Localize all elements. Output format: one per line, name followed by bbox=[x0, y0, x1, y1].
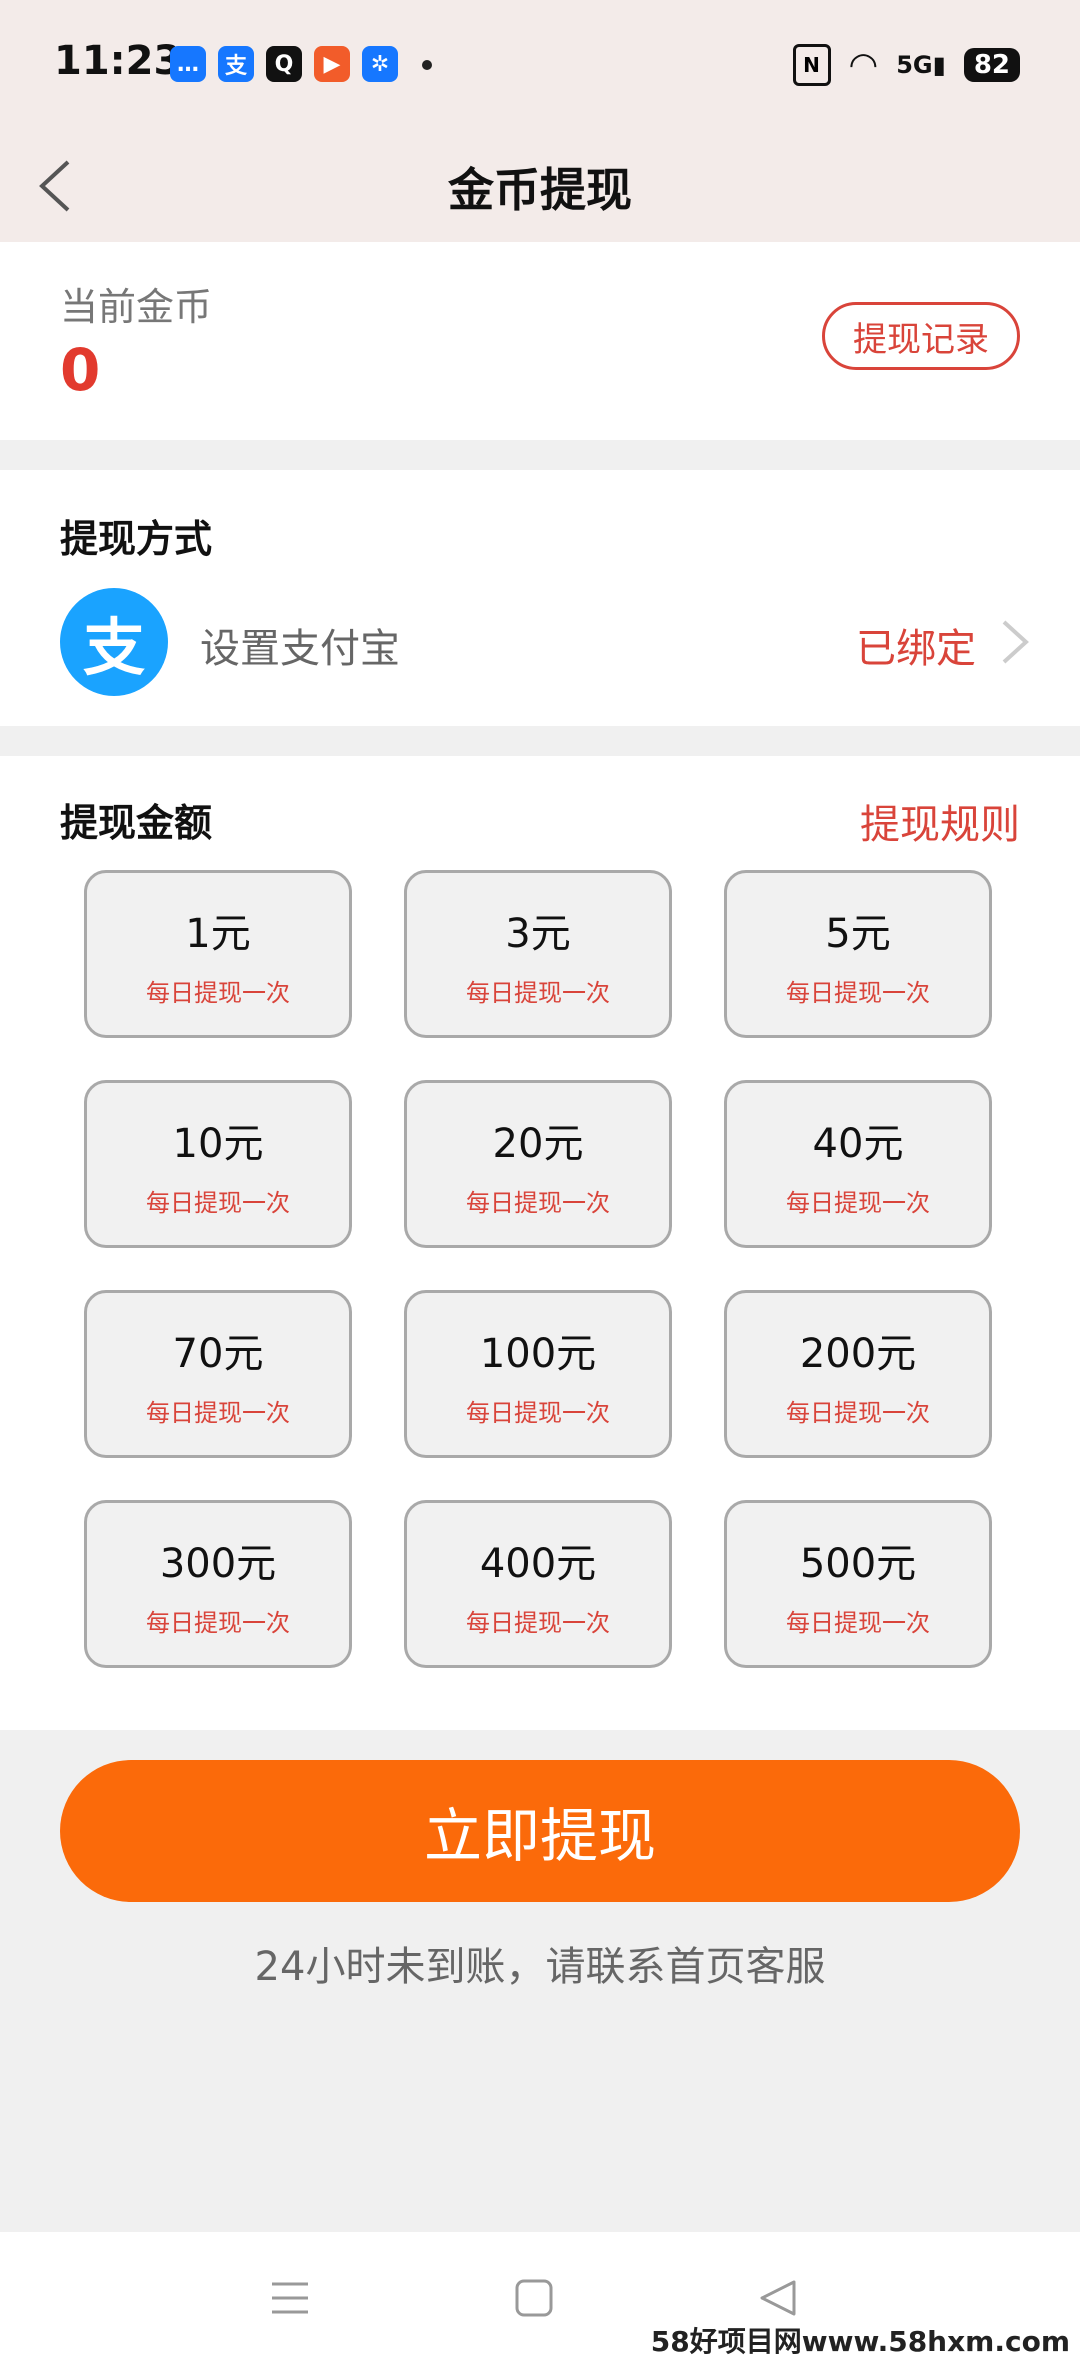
page-header: 金币提现 bbox=[0, 130, 1080, 242]
video-app-icon: ▶ bbox=[314, 46, 350, 82]
withdraw-now-button[interactable]: 立即提现 bbox=[60, 1760, 1020, 1902]
amount-value: 500元 bbox=[799, 1540, 917, 1587]
amount-limit: 每日提现一次 bbox=[146, 978, 290, 1007]
amount-limit: 每日提现一次 bbox=[786, 1608, 930, 1637]
amount-limit: 每日提现一次 bbox=[786, 1188, 930, 1217]
amount-value: 100元 bbox=[479, 1330, 597, 1377]
amount-option[interactable]: 10元每日提现一次 bbox=[84, 1080, 352, 1248]
clock: 11:23 bbox=[54, 38, 182, 84]
withdraw-amount-card: 提现金额 提现规则 1元每日提现一次 3元每日提现一次 5元每日提现一次 10元… bbox=[0, 756, 1080, 1730]
amount-value: 1元 bbox=[185, 910, 251, 957]
amount-value: 3元 bbox=[505, 910, 571, 957]
amount-option[interactable]: 3元每日提现一次 bbox=[404, 870, 672, 1038]
alipay-logo-icon: 支 bbox=[60, 588, 168, 696]
withdraw-method-card: 提现方式 支 设置支付宝 已绑定 bbox=[0, 470, 1080, 726]
amount-limit: 每日提现一次 bbox=[146, 1188, 290, 1217]
status-bar: 11:23 … 支 Q ▶ ✲ N ◠ 5G▮ 82 bbox=[0, 0, 1080, 130]
alipay-icon: 支 bbox=[218, 46, 254, 82]
more-notifications-dot bbox=[422, 60, 432, 70]
amount-option[interactable]: 70元每日提现一次 bbox=[84, 1290, 352, 1458]
coins-label: 当前金币 bbox=[60, 285, 213, 329]
page-title: 金币提现 bbox=[448, 163, 632, 217]
menu-icon[interactable] bbox=[268, 2276, 312, 2320]
amount-title: 提现金额 bbox=[60, 801, 213, 845]
amount-value: 300元 bbox=[159, 1540, 277, 1587]
amount-option[interactable]: 1元每日提现一次 bbox=[84, 870, 352, 1038]
message-icon: … bbox=[170, 46, 206, 82]
amount-grid: 1元 每日提现一次 3元 每日提现一次 5元 每日提现一次 10元 每日提现一次 20元… bbox=[84, 870, 996, 1668]
network-type: 5G bbox=[896, 51, 933, 79]
chevron-right-icon bbox=[1002, 620, 1029, 664]
amount-limit: 每日提现一次 bbox=[786, 978, 930, 1007]
coins-card: 当前金币 0 提现记录 bbox=[0, 242, 1080, 440]
system-nav-bar: 58好项目网www.58hxm.com bbox=[0, 2232, 1080, 2362]
amount-option[interactable]: 300元每日提现一次 bbox=[84, 1500, 352, 1668]
amount-limit: 每日提现一次 bbox=[466, 978, 610, 1007]
amount-option[interactable]: 200元每日提现一次 bbox=[724, 1290, 992, 1458]
amount-option[interactable]: 40元每日提现一次 bbox=[724, 1080, 992, 1248]
arrival-notice: 24小时未到账，请联系首页客服 bbox=[254, 1944, 826, 1990]
amount-option[interactable]: 5元每日提现一次 bbox=[724, 870, 992, 1038]
alipay-setting-label: 设置支付宝 bbox=[200, 626, 400, 672]
amount-value: 5元 bbox=[825, 910, 891, 957]
wifi-icon: ◠ bbox=[848, 45, 879, 85]
signal-icon: 5G▮ bbox=[896, 51, 946, 79]
watermark-text: 58好项目网www.58hxm.com bbox=[650, 2325, 1070, 2358]
coins-value: 0 bbox=[60, 336, 101, 404]
amount-limit: 每日提现一次 bbox=[146, 1398, 290, 1427]
amount-option[interactable]: 500元每日提现一次 bbox=[724, 1500, 992, 1668]
nfc-icon: N bbox=[792, 44, 831, 86]
home-square-icon[interactable] bbox=[512, 2276, 556, 2320]
battery-indicator: 82 bbox=[963, 48, 1020, 82]
fan-app-icon: ✲ bbox=[362, 46, 398, 82]
alipay-row[interactable]: 支 设置支付宝 已绑定 bbox=[0, 570, 1080, 720]
withdraw-rules-link[interactable]: 提现规则 bbox=[860, 792, 1020, 850]
method-title: 提现方式 bbox=[60, 517, 213, 561]
amount-value: 400元 bbox=[479, 1540, 597, 1587]
amount-value: 40元 bbox=[812, 1120, 904, 1167]
amount-limit: 每日提现一次 bbox=[466, 1398, 610, 1427]
amount-option[interactable]: 400元每日提现一次 bbox=[404, 1500, 672, 1668]
withdraw-record-button[interactable]: 提现记录 bbox=[822, 302, 1020, 370]
amount-limit: 每日提现一次 bbox=[786, 1398, 930, 1427]
amount-value: 10元 bbox=[172, 1120, 264, 1167]
amount-value: 200元 bbox=[799, 1330, 917, 1377]
amount-option[interactable]: 100元每日提现一次 bbox=[404, 1290, 672, 1458]
bound-status: 已绑定 bbox=[856, 626, 976, 672]
amount-value: 70元 bbox=[172, 1330, 264, 1377]
amount-limit: 每日提现一次 bbox=[466, 1188, 610, 1217]
amount-option[interactable]: 20元每日提现一次 bbox=[404, 1080, 672, 1248]
back-triangle-icon[interactable] bbox=[756, 2276, 800, 2320]
amount-value: 20元 bbox=[492, 1120, 584, 1167]
qq-icon: Q bbox=[266, 46, 302, 82]
amount-limit: 每日提现一次 bbox=[146, 1608, 290, 1637]
amount-limit: 每日提现一次 bbox=[466, 1608, 610, 1637]
